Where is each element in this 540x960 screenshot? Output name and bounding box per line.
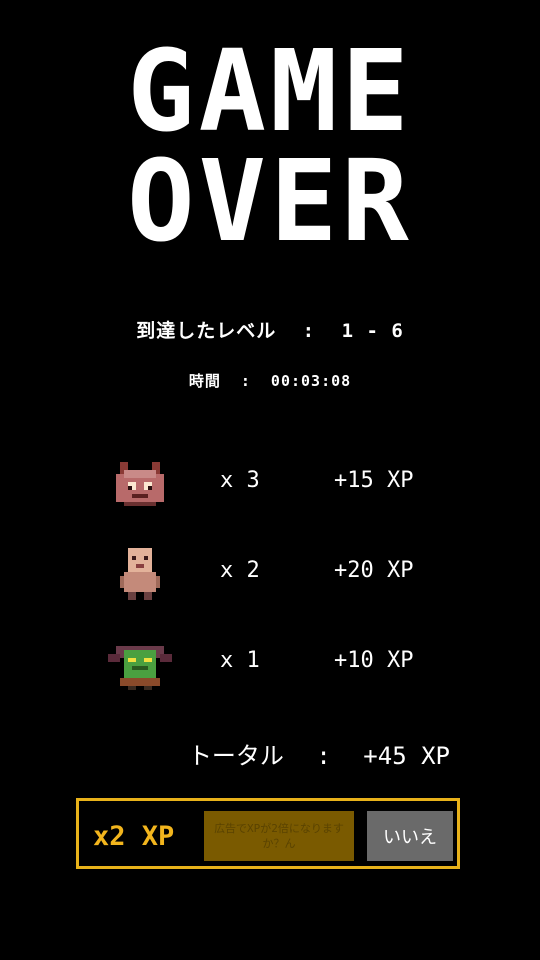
kill-count: x 3 (220, 468, 260, 493)
kill-xp: +15 XP (334, 468, 414, 493)
kill-row: x 2 +20 XP (0, 544, 540, 604)
kill-count: x 2 (220, 558, 260, 583)
elapsed-time: 時間 : 00:03:08 (0, 370, 540, 391)
total-label: トータル (187, 742, 284, 770)
kill-row: x 3 +15 XP (0, 454, 540, 514)
watch-ad-button[interactable]: 広告でXPが2倍になりますか？ん (204, 811, 354, 861)
time-label: 時間 (188, 372, 221, 390)
bald-ghoul-icon (120, 548, 160, 600)
time-value: 00:03:08 (270, 372, 352, 390)
green-goblin-icon (108, 646, 172, 690)
time-separator: : (240, 372, 251, 390)
multiplier-label: x2 XP (93, 821, 175, 852)
level-value: 1 - 6 (341, 320, 404, 342)
game-over-title-line1: GAME (127, 27, 413, 157)
total-separator: : (316, 742, 331, 770)
kill-row: x 1 +10 XP (0, 634, 540, 694)
total-value: +45 XP (363, 742, 450, 770)
kill-count: x 1 (220, 648, 260, 673)
level-reached: 到達したレベル : 1 - 6 (0, 316, 540, 343)
double-xp-panel: x2 XP 広告でXPが2倍になりますか？ん いいえ (76, 798, 460, 869)
game-over-title-line2: OVER (127, 137, 413, 267)
kill-xp: +10 XP (334, 648, 414, 673)
level-label: 到達したレベル (136, 320, 277, 342)
total-xp: トータル : +45 XP (188, 736, 450, 771)
kill-xp: +20 XP (334, 558, 414, 583)
decline-button[interactable]: いいえ (367, 811, 453, 861)
level-separator: : (302, 320, 316, 342)
horned-demon-icon (116, 462, 164, 506)
